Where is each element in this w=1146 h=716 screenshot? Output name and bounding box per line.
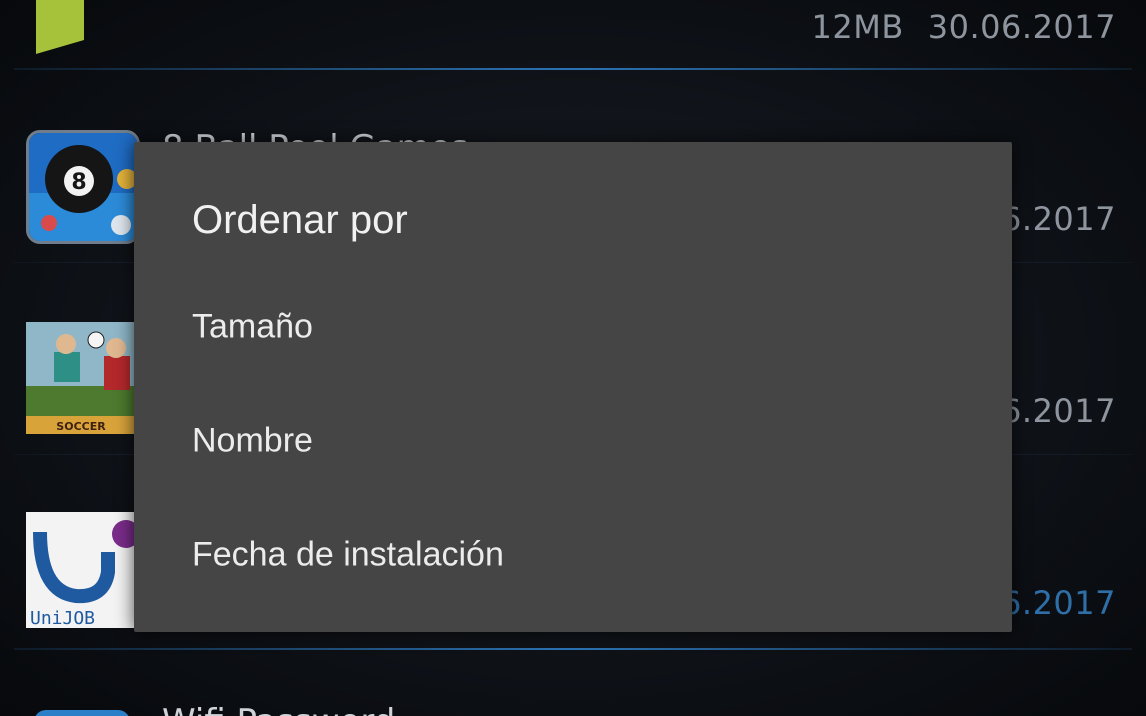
- unijob-logo-text: UniJOB: [30, 608, 95, 628]
- sort-option-size[interactable]: Tamaño: [134, 272, 1012, 382]
- soccer-logo-text: SOCCER: [56, 420, 106, 433]
- wifi-app-icon: [34, 710, 130, 716]
- app-date: 6.2017: [1001, 200, 1116, 238]
- dialog-title: Ordenar por: [192, 198, 408, 242]
- row-divider: [14, 68, 1132, 70]
- svg-text:8: 8: [71, 170, 86, 195]
- app-meta: 6.2017: [1001, 392, 1116, 430]
- sort-option-name[interactable]: Nombre: [134, 386, 1012, 496]
- soccer-game-icon: SOCCER: [26, 322, 136, 434]
- app-meta: 6.2017: [1001, 584, 1116, 622]
- sort-option-label: Tamaño: [192, 307, 313, 346]
- unijob-icon: UniJOB: [26, 512, 136, 628]
- app-meta: 12MB 30.06.2017: [812, 8, 1117, 46]
- sort-option-label: Nombre: [192, 421, 313, 460]
- app-meta: 6.2017: [1001, 200, 1116, 238]
- 8-ball-pool-icon: 8: [26, 130, 140, 244]
- app-date: 6.2017: [1001, 392, 1116, 430]
- sort-dialog: Ordenar por Tamaño Nombre Fecha de insta…: [134, 142, 1012, 632]
- list-item[interactable]: 12MB 30.06.2017: [0, 0, 1146, 70]
- sort-option-install-date[interactable]: Fecha de instalación: [134, 500, 1012, 610]
- screen: 12MB30.06.2017 8 8 Ball Pool Games: [0, 0, 1146, 716]
- app-date: 6.2017: [1001, 584, 1116, 622]
- list-item[interactable]: Wifi Password: [0, 650, 1146, 716]
- app-name: Wifi Password: [162, 702, 395, 716]
- sort-option-label: Fecha de instalación: [192, 535, 504, 574]
- app-size: 12MB: [811, 8, 904, 46]
- app-date: 30.06.2017: [927, 8, 1116, 46]
- app-icon-generic: [34, 0, 114, 54]
